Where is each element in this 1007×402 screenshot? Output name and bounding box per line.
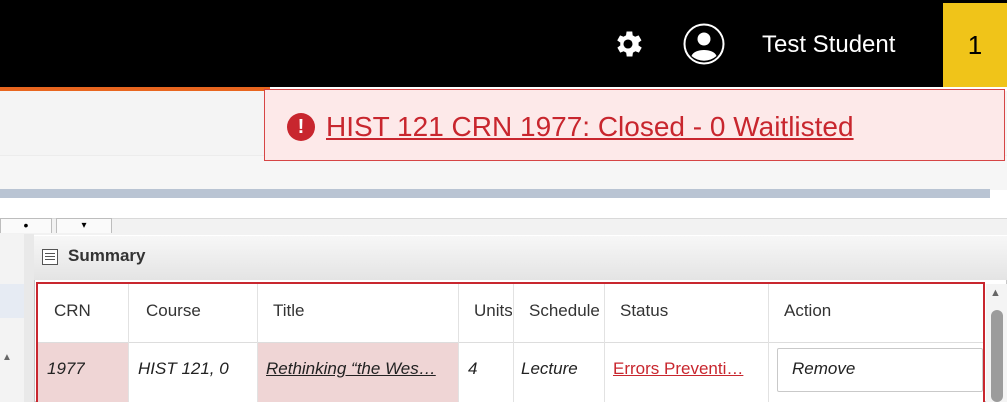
left-panel — [0, 234, 25, 402]
notification-badge[interactable]: 1 — [943, 3, 1007, 87]
scrollbar-thumb[interactable] — [991, 310, 1003, 402]
gear-icon[interactable] — [611, 27, 645, 61]
tab-strip — [0, 218, 1007, 235]
scroll-up-icon[interactable]: ▲ — [2, 352, 12, 363]
table-highlight-border — [36, 282, 985, 402]
alert-message-link[interactable]: HIST 121 CRN 1977: Closed - 0 Waitlisted — [326, 111, 854, 143]
scroll-up-icon[interactable]: ▲ — [990, 287, 1001, 299]
left-panel-row[interactable] — [0, 284, 24, 318]
divider-bar — [0, 189, 990, 198]
user-avatar-icon[interactable] — [683, 23, 725, 65]
tab-dot[interactable]: • — [0, 218, 52, 233]
left-panel-gutter — [24, 234, 34, 402]
summary-header — [34, 236, 1007, 280]
content-band — [0, 156, 1007, 190]
table-icon — [42, 249, 58, 265]
user-name[interactable]: Test Student — [762, 31, 895, 59]
summary-title: Summary — [68, 246, 146, 265]
tab-dropdown[interactable]: ▾ — [56, 218, 112, 233]
exclamation-circle-icon: ! — [287, 113, 315, 141]
